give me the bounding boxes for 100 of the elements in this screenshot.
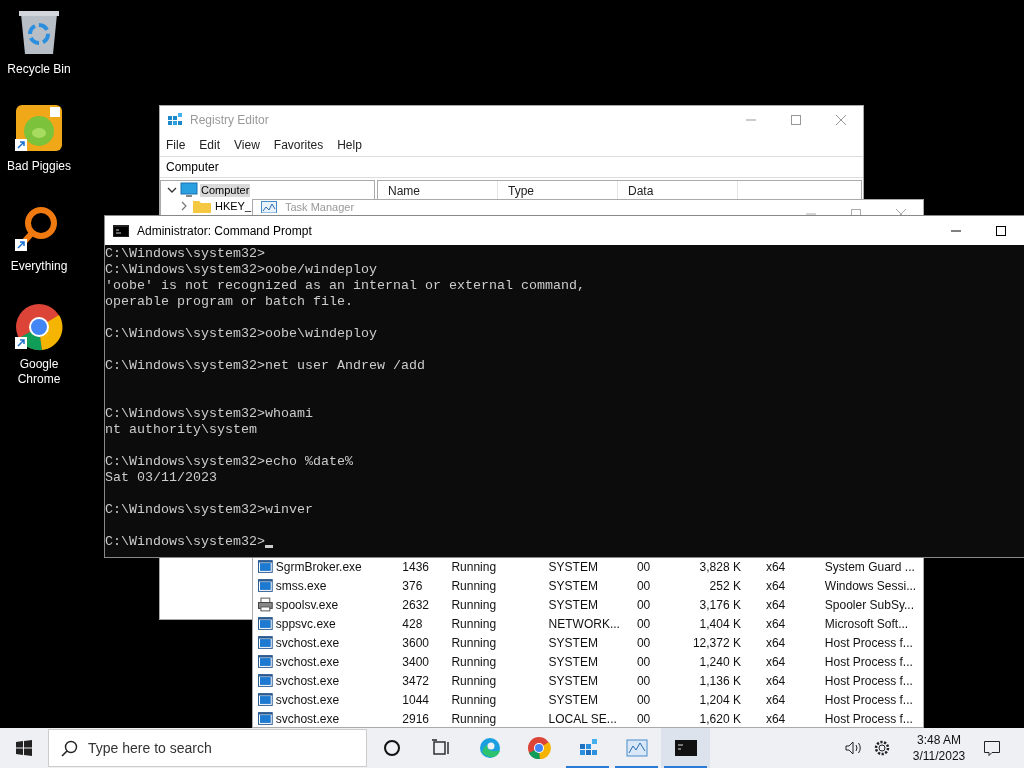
- menu-item[interactable]: File: [166, 136, 186, 154]
- window-icon: [258, 635, 273, 650]
- table-cell-text: NETWORK...: [548, 615, 621, 633]
- minimize-icon[interactable]: [950, 229, 961, 232]
- chevron-down-icon[interactable]: [167, 185, 177, 195]
- icon-label[interactable]: Everything: [3, 259, 75, 274]
- browser-icon[interactable]: [15, 303, 63, 351]
- icon-label[interactable]: Google Chrome: [3, 357, 75, 387]
- console-line: nt authority\system: [105, 422, 257, 438]
- table-cell-text: sppsvc.exe: [275, 615, 337, 633]
- table-cell-text: 00: [636, 691, 652, 709]
- registry-icon: [167, 112, 183, 128]
- table-cell-text: 3472: [402, 672, 431, 690]
- table-cell-text: 428: [402, 615, 424, 633]
- table-cell-text: 00: [636, 615, 652, 633]
- table-cell-text: Running: [451, 558, 498, 576]
- console-line: C:\Windows\system32>: [105, 534, 265, 550]
- table-cell-text: 1,620 K: [698, 710, 741, 728]
- tree-item[interactable]: HKEY_: [214, 199, 253, 213]
- table-cell-text: spoolsv.exe: [275, 596, 340, 614]
- speaker-icon[interactable]: [845, 741, 863, 755]
- gear-icon[interactable]: [873, 739, 891, 757]
- table-cell-text: SgrmBroker.exe: [275, 558, 363, 576]
- table-cell-text: Host Process f...: [824, 653, 914, 671]
- table-cell-text: 00: [636, 558, 652, 576]
- table-cell-text: Running: [451, 615, 498, 633]
- table-cell-text: SYSTEM: [548, 691, 599, 709]
- close-icon[interactable]: [835, 115, 846, 125]
- chevron-right-icon[interactable]: [179, 201, 189, 211]
- table-cell-text: smss.exe: [275, 577, 328, 595]
- table-cell-text: Running: [451, 577, 498, 595]
- table-cell-text: x64: [764, 558, 787, 576]
- table-cell-text: Running: [451, 634, 498, 652]
- table-cell-text: 1,404 K: [698, 615, 741, 633]
- console-line: C:\Windows\system32>whoami: [105, 406, 313, 422]
- window-icon: [258, 559, 273, 574]
- table-cell-text: 00: [636, 577, 652, 595]
- table-cell-text: Host Process f...: [824, 672, 914, 690]
- address-bar[interactable]: Computer: [166, 158, 219, 176]
- table-cell-text: System Guard ...: [824, 558, 916, 576]
- table-cell-text: Running: [451, 653, 498, 671]
- table-cell-text: 376: [402, 577, 424, 595]
- column-header[interactable]: Name: [388, 182, 420, 200]
- window-icon: [258, 692, 273, 707]
- column-header[interactable]: Type: [508, 182, 534, 200]
- table-cell-text: x64: [764, 615, 787, 633]
- table-cell-text: x64: [764, 577, 787, 595]
- table-cell-text: SYSTEM: [548, 577, 599, 595]
- maximize-icon[interactable]: [995, 225, 1006, 236]
- table-cell-text: 1,240 K: [698, 653, 741, 671]
- table-cell-text: 00: [636, 710, 652, 728]
- table-cell-text: svchost.exe: [275, 653, 341, 671]
- menu-item[interactable]: Favorites: [273, 136, 324, 154]
- clock-time[interactable]: 3:48 AM: [917, 732, 961, 748]
- printer-icon: [258, 597, 273, 612]
- window-title: Task Manager: [285, 201, 355, 214]
- table-cell-text: 1044: [402, 691, 431, 709]
- table-cell-text: 3400: [402, 653, 431, 671]
- menu-item[interactable]: Help: [337, 136, 362, 154]
- tree-item[interactable]: Computer: [200, 183, 251, 197]
- notification-icon[interactable]: [984, 740, 1000, 756]
- table-cell-text: x64: [764, 672, 787, 690]
- table-cell-text: x64: [764, 653, 787, 671]
- table-cell-text: SYSTEM: [548, 672, 599, 690]
- console-line: C:\Windows\system32>: [105, 246, 265, 262]
- table-cell-text: x64: [764, 634, 787, 652]
- menu-item[interactable]: View: [234, 136, 260, 154]
- table-cell-text: 2916: [402, 710, 431, 728]
- running-indicator: [664, 766, 707, 768]
- table-cell-text: x64: [764, 596, 787, 614]
- table-cell-text: Running: [451, 596, 498, 614]
- table-cell-text: 00: [636, 653, 652, 671]
- window-title: Administrator: Command Prompt: [137, 222, 312, 240]
- icon-label[interactable]: Recycle Bin: [3, 62, 75, 77]
- table-cell-text: SYSTEM: [548, 634, 599, 652]
- table-cell-text: 1,136 K: [698, 672, 741, 690]
- game-icon[interactable]: [15, 105, 63, 153]
- icon-label[interactable]: Bad Piggies: [3, 159, 75, 174]
- table-cell-text: SYSTEM: [548, 653, 599, 671]
- table-cell-text: Running: [451, 691, 498, 709]
- console-line: C:\Windows\system32>winver: [105, 502, 313, 518]
- windows-icon[interactable]: [16, 740, 32, 756]
- browser-icon: [477, 736, 502, 760]
- table-cell-text: 3,828 K: [698, 558, 741, 576]
- search-field[interactable]: Type here to search: [48, 729, 367, 767]
- table-cell-text: Host Process f...: [824, 634, 914, 652]
- table-cell-text: 3600: [402, 634, 431, 652]
- chart-icon: [261, 201, 277, 213]
- clock-date[interactable]: 3/11/2023: [912, 748, 966, 764]
- column-header[interactable]: Data: [628, 182, 654, 200]
- window-icon: [258, 616, 273, 631]
- table-cell-text: Running: [451, 672, 498, 690]
- table-cell-text: Windows Sessi...: [824, 577, 918, 595]
- console-line: C:\Windows\system32>oobe/windeploy: [105, 262, 377, 278]
- menu-item[interactable]: Edit: [199, 136, 221, 154]
- table-cell-text: 252 K: [708, 577, 741, 595]
- console-icon: [113, 224, 129, 237]
- console-line: C:\Windows\system32>echo %date%: [105, 454, 353, 470]
- taskbar-button[interactable]: [661, 728, 710, 768]
- table-cell-text: svchost.exe: [275, 672, 341, 690]
